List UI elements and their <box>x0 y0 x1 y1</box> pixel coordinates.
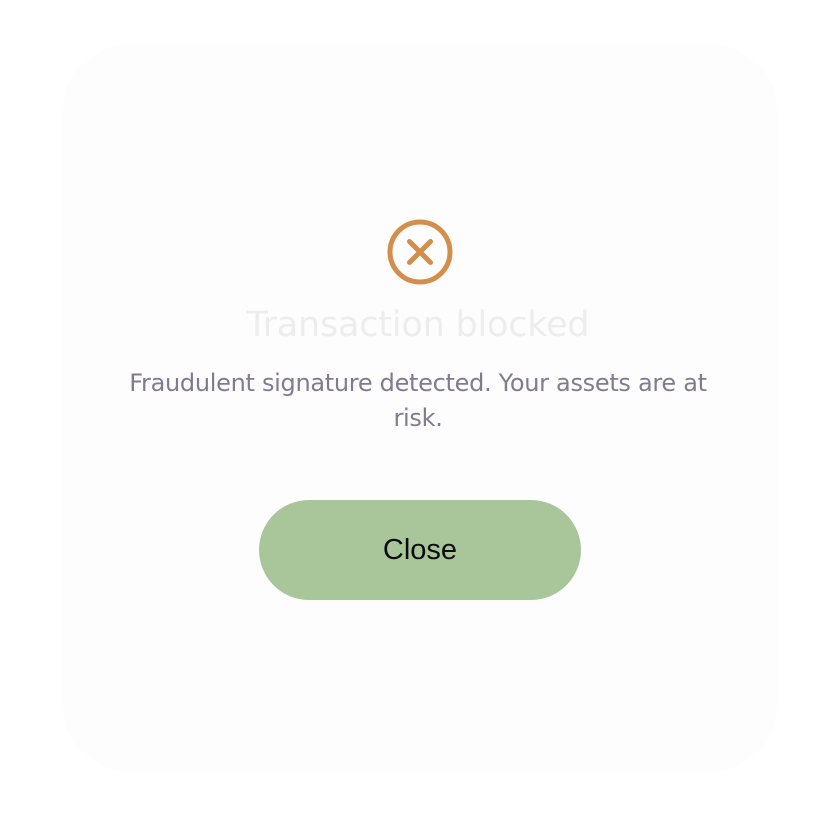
x-circle-icon <box>387 219 453 285</box>
page: Transaction blocked Fraudulent signature… <box>0 0 836 836</box>
close-button[interactable]: Close <box>259 500 581 600</box>
dialog-title: Transaction blocked <box>246 305 590 345</box>
dialog-message: Fraudulent signature detected. Your asse… <box>129 369 707 432</box>
